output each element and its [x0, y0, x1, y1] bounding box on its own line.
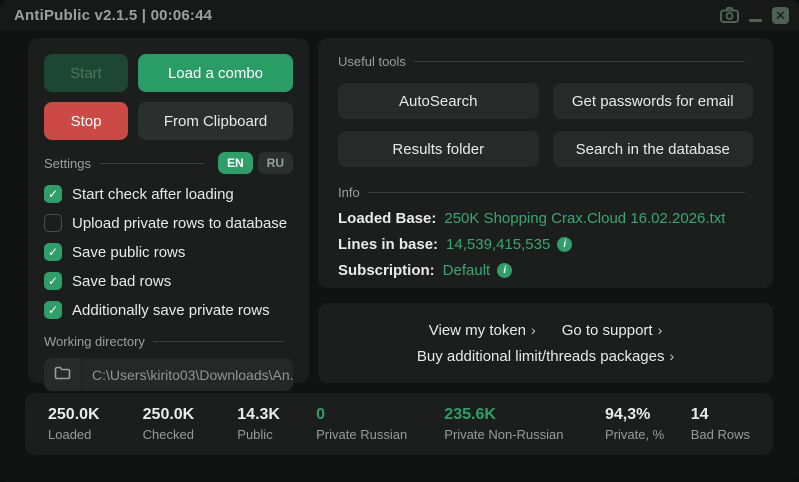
language-en-toggle[interactable]: EN [218, 152, 253, 174]
stat-label: Private Russian [316, 427, 444, 442]
minimize-button[interactable] [749, 19, 762, 22]
settings-section-header: Settings EN RU [44, 152, 293, 174]
search-database-button[interactable]: Search in the database [553, 131, 754, 167]
info-tooltip-icon[interactable]: i [497, 263, 512, 278]
close-button[interactable]: ✕ [772, 7, 789, 24]
stat-value: 14.3K [237, 406, 316, 424]
stat-value: 250.0K [143, 406, 238, 424]
stat-value: 14 [691, 406, 750, 424]
load-combo-button[interactable]: Load a combo [138, 54, 293, 92]
autosearch-button[interactable]: AutoSearch [338, 83, 539, 119]
checkbox-box[interactable] [44, 272, 62, 290]
stat-label: Loaded [48, 427, 143, 442]
screenshot-camera-icon[interactable] [720, 7, 739, 23]
divider [368, 192, 745, 193]
stat-value: 0 [316, 406, 444, 424]
stat-value: 94,3% [605, 406, 691, 424]
language-ru-toggle[interactable]: RU [258, 152, 293, 174]
checkbox-box[interactable] [44, 301, 62, 319]
stat-private-non-russian: 235.6K Private Non-Russian [444, 406, 605, 442]
stat-value: 250.0K [48, 406, 143, 424]
stat-private-russian: 0 Private Russian [316, 406, 444, 442]
working-directory-path[interactable]: C:\Users\kirito03\Downloads\An... [82, 358, 293, 391]
stat-value: 235.6K [444, 406, 605, 424]
checkbox-save-bad-rows[interactable]: Save bad rows [44, 272, 293, 290]
window-controls: ✕ [720, 0, 789, 30]
lines-in-base-row: Lines in base: 14,539,415,535 i [338, 234, 753, 254]
divider [153, 341, 285, 342]
checkbox-label: Save bad rows [72, 273, 171, 290]
subscription-row: Subscription: Default i [338, 260, 753, 280]
checkbox-save-public-rows[interactable]: Save public rows [44, 243, 293, 261]
working-directory-row: C:\Users\kirito03\Downloads\An... [44, 358, 293, 391]
browse-folder-button[interactable] [44, 358, 82, 391]
stat-public: 14.3K Public [237, 406, 316, 442]
chevron-right-icon: › [658, 322, 663, 338]
title-bar: AntiPublic v2.1.5 | 00:06:44 ✕ [0, 0, 799, 30]
get-passwords-button[interactable]: Get passwords for email [553, 83, 754, 119]
stat-bad-rows: 14 Bad Rows [691, 406, 750, 442]
checkbox-start-check-after-loading[interactable]: Start check after loading [44, 185, 293, 203]
settings-label: Settings [44, 156, 91, 171]
lines-in-base-label: Lines in base: [338, 236, 438, 253]
loaded-base-row: Loaded Base: 250K Shopping Crax.Cloud 16… [338, 208, 753, 228]
view-my-token-link[interactable]: View my token› [429, 322, 536, 339]
working-directory-header: Working directory [44, 334, 293, 349]
info-header: Info [338, 185, 753, 200]
info-rows: Loaded Base: 250K Shopping Crax.Cloud 16… [338, 208, 753, 280]
app-window: AntiPublic v2.1.5 | 00:06:44 ✕ Start Loa… [0, 0, 799, 482]
stat-label: Public [237, 427, 316, 442]
stats-bar: 250.0K Loaded 250.0K Checked 14.3K Publi… [25, 393, 773, 455]
checkbox-box[interactable] [44, 214, 62, 232]
checkbox-label: Start check after loading [72, 186, 234, 203]
tools-info-panel: Useful tools AutoSearch Get passwords fo… [318, 38, 773, 288]
working-directory-label: Working directory [44, 334, 145, 349]
checkbox-label: Upload private rows to database [72, 215, 287, 232]
folder-icon [54, 366, 71, 383]
chevron-right-icon: › [531, 322, 536, 338]
lines-in-base-value: 14,539,415,535 [446, 236, 550, 253]
results-folder-button[interactable]: Results folder [338, 131, 539, 167]
window-title: AntiPublic v2.1.5 | 00:06:44 [14, 7, 212, 24]
stop-button[interactable]: Stop [44, 102, 128, 140]
divider [99, 163, 205, 164]
settings-checkbox-list: Start check after loading Upload private… [44, 185, 293, 319]
start-button[interactable]: Start [44, 54, 128, 92]
checkbox-box[interactable] [44, 243, 62, 261]
from-clipboard-button[interactable]: From Clipboard [138, 102, 293, 140]
useful-tools-header: Useful tools [338, 54, 753, 69]
buy-packages-link[interactable]: Buy additional limit/threads packages› [417, 348, 674, 365]
checkbox-box[interactable] [44, 185, 62, 203]
checkbox-label: Additionally save private rows [72, 302, 270, 319]
checkbox-upload-private-rows[interactable]: Upload private rows to database [44, 214, 293, 232]
stat-label: Private Non-Russian [444, 427, 605, 442]
useful-tools-grid: AutoSearch Get passwords for email Resul… [338, 83, 753, 167]
loaded-base-label: Loaded Base: [338, 210, 436, 227]
control-panel: Start Load a combo Stop From Clipboard S… [28, 38, 309, 383]
stat-label: Private, % [605, 427, 691, 442]
stat-label: Bad Rows [691, 427, 750, 442]
checkbox-additionally-save-private-rows[interactable]: Additionally save private rows [44, 301, 293, 319]
go-to-support-link[interactable]: Go to support› [562, 322, 663, 339]
stat-label: Checked [143, 427, 238, 442]
useful-tools-label: Useful tools [338, 54, 406, 69]
stat-private-percent: 94,3% Private, % [605, 406, 691, 442]
subscription-label: Subscription: [338, 262, 435, 279]
loaded-base-value: 250K Shopping Crax.Cloud 16.02.2026.txt [444, 210, 725, 227]
info-label: Info [338, 185, 360, 200]
stat-checked: 250.0K Checked [143, 406, 238, 442]
divider [414, 61, 745, 62]
checkbox-label: Save public rows [72, 244, 185, 261]
links-panel: View my token› Go to support› Buy additi… [318, 303, 773, 383]
subscription-value: Default [443, 262, 491, 279]
chevron-right-icon: › [669, 348, 674, 364]
stat-loaded: 250.0K Loaded [48, 406, 143, 442]
info-tooltip-icon[interactable]: i [557, 237, 572, 252]
